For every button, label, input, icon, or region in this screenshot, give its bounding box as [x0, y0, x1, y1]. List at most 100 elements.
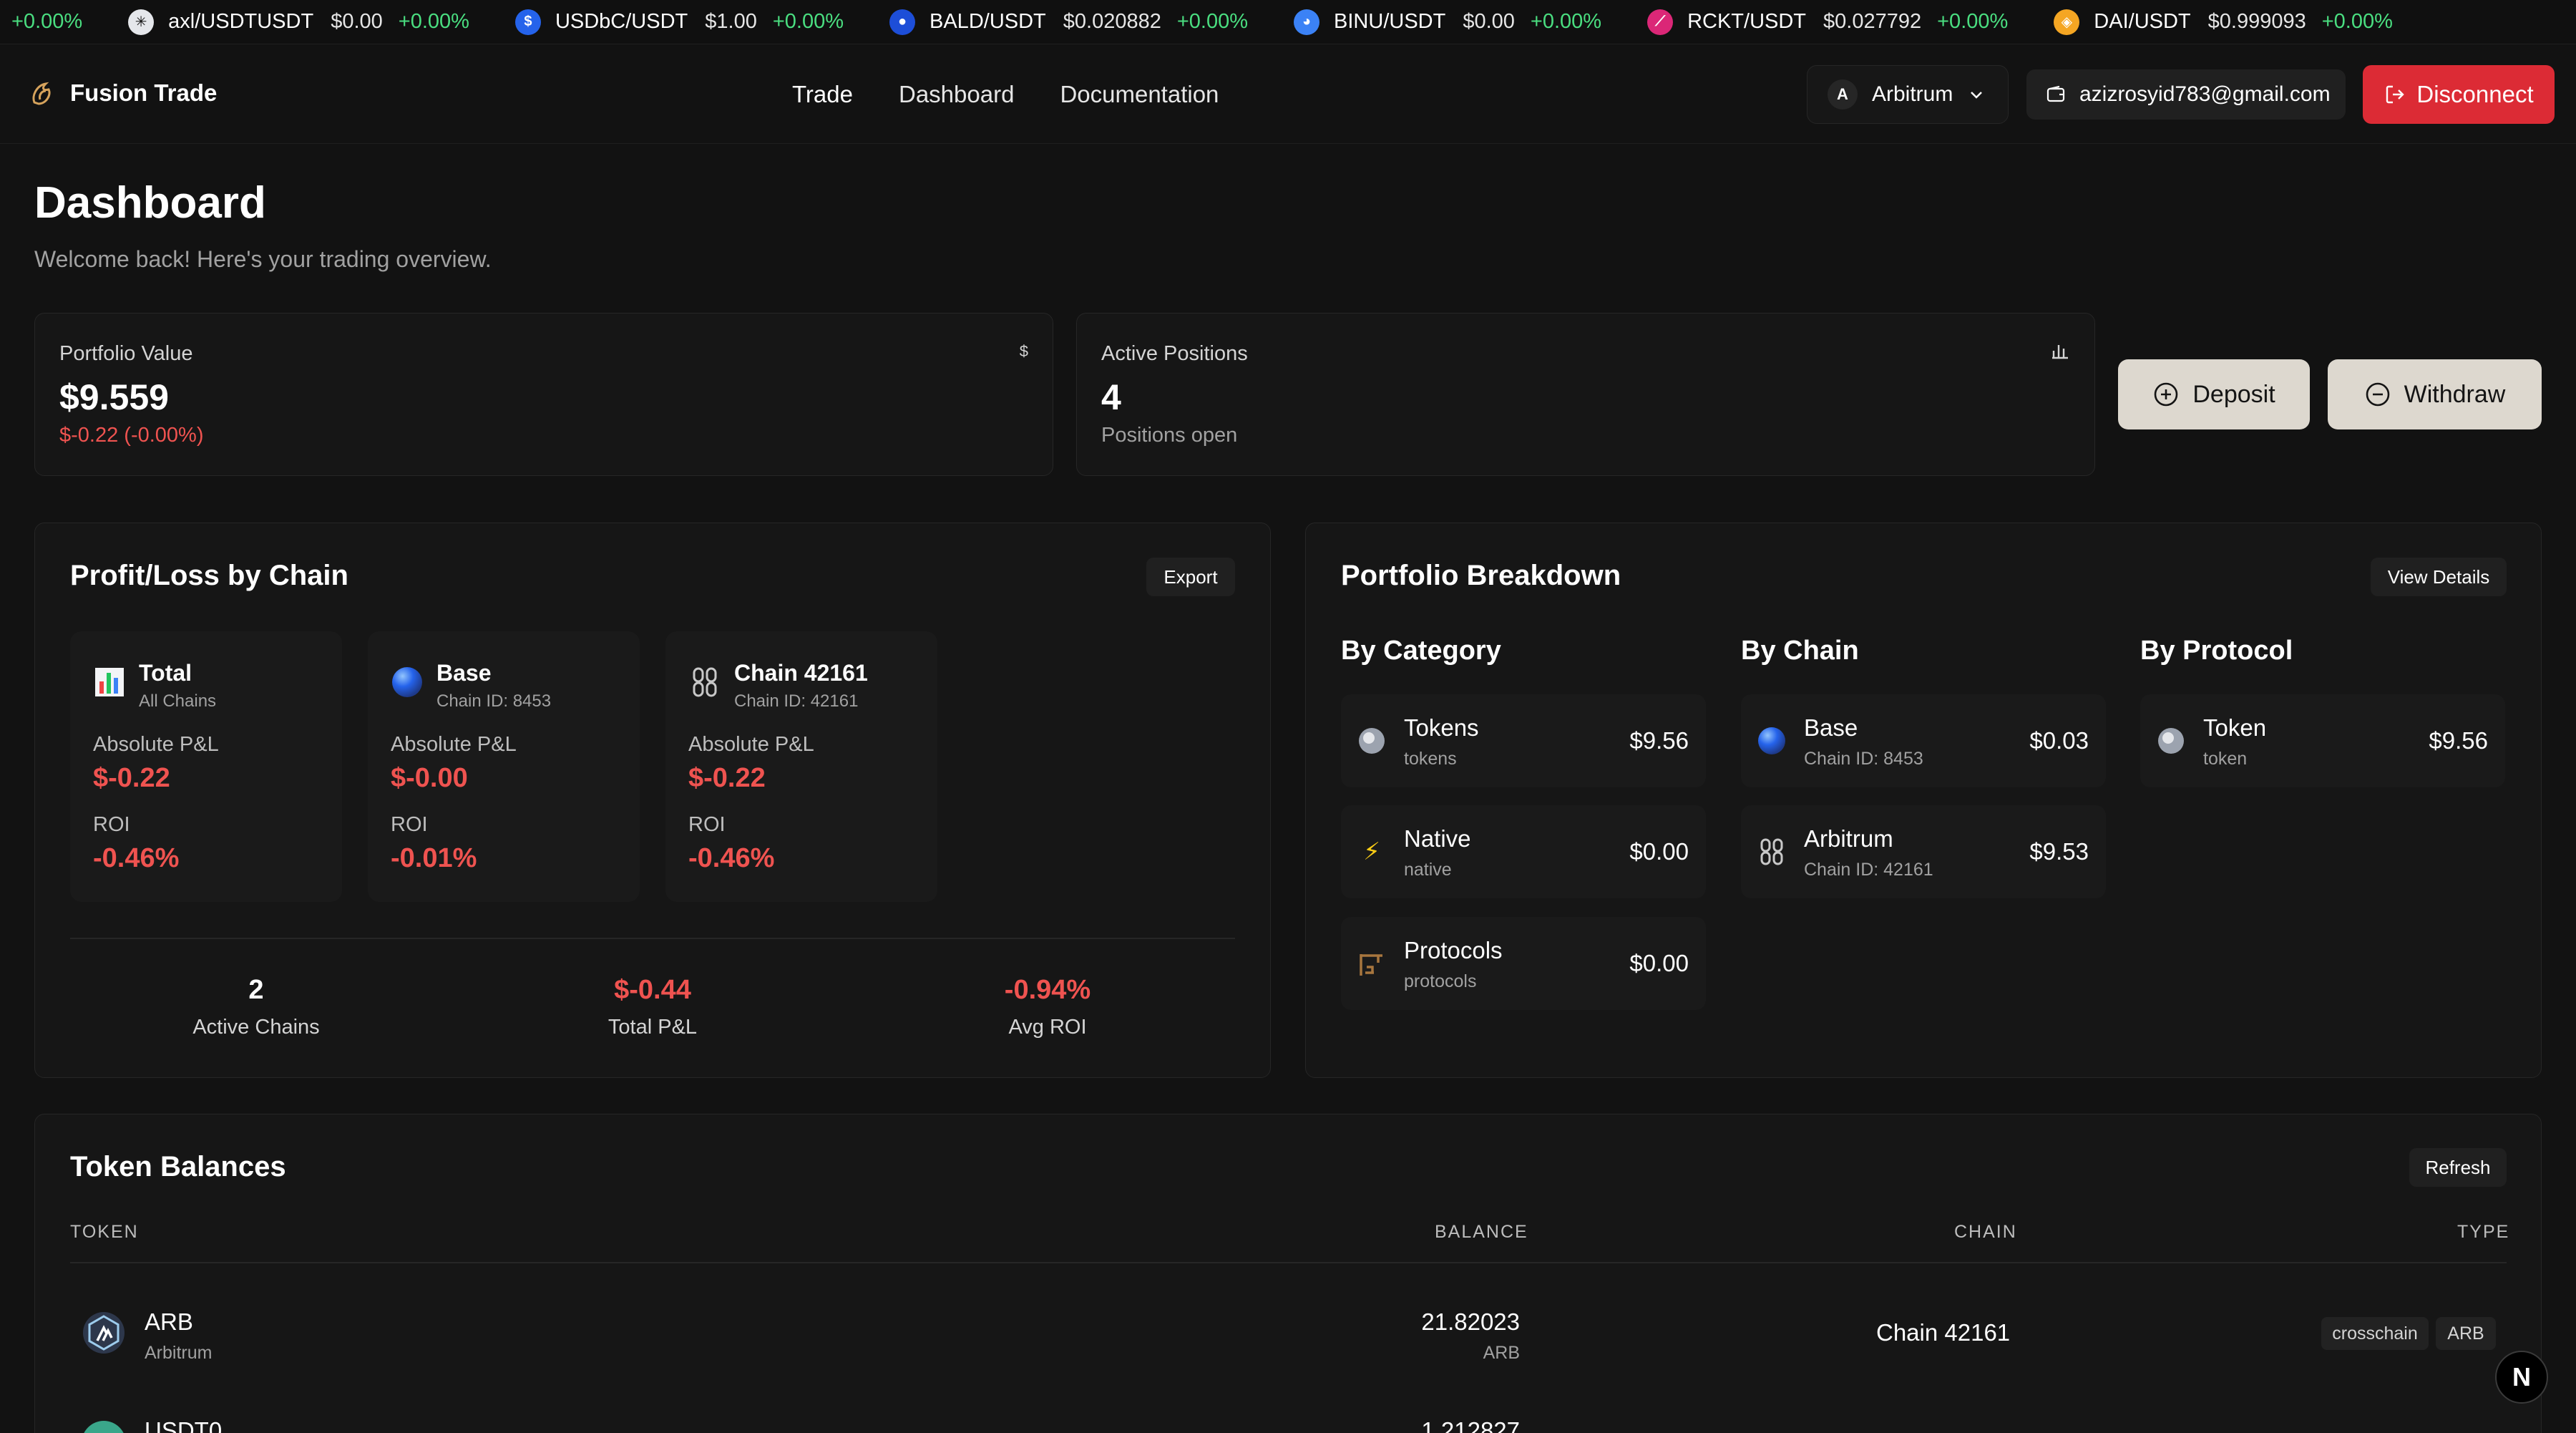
pnl-card-chain-42161[interactable]: Chain 42161 Chain ID: 42161 Absolute P&L…	[665, 631, 937, 902]
network-selector[interactable]: A Arbitrum	[1807, 65, 2009, 124]
coin-icon	[1359, 728, 1385, 754]
token-chain: Chain 42161	[1876, 1319, 2011, 1346]
withdraw-button[interactable]: Withdraw	[2328, 359, 2542, 429]
export-button[interactable]: Export	[1146, 558, 1235, 596]
abs-pnl-value: $-0.00	[391, 763, 468, 793]
network-avatar: A	[1828, 79, 1858, 110]
ticker-item[interactable]: $ USDbC/USDT $1.00 +0.00%	[514, 9, 844, 35]
col-header-chain: CHAIN	[1954, 1222, 2017, 1242]
item-sub: native	[1404, 860, 1452, 880]
item-value: $9.56	[1629, 727, 1689, 754]
breakdown-item-token[interactable]: Token token $9.56	[2140, 694, 2505, 787]
token-network: Arbitrum	[145, 1343, 213, 1363]
summary-value: $-0.44	[614, 975, 691, 1005]
token-balances-title: Token Balances	[70, 1151, 286, 1182]
breakdown-title: Portfolio Breakdown	[1341, 560, 1621, 591]
pnl-card-total[interactable]: Total All Chains Absolute P&L $-0.22 ROI…	[70, 631, 342, 902]
token-balance: 21.82023	[1421, 1308, 1520, 1335]
pnl-card-base[interactable]: Base Chain ID: 8453 Absolute P&L $-0.00 …	[368, 631, 640, 902]
summary-total-pnl: $-0.44 Total P&L	[545, 975, 760, 1039]
abs-pnl-label: Absolute P&L	[391, 733, 517, 756]
ticker-lead-change: +0.00%	[11, 10, 83, 33]
arbitrum-token-icon	[83, 1312, 125, 1354]
breakdown-item-tokens[interactable]: Tokens tokens $9.56	[1341, 694, 1706, 787]
token-symbol: USDT0	[145, 1417, 223, 1433]
ticker-change: +0.00%	[1530, 10, 1602, 33]
item-name: Protocols	[1404, 937, 1503, 963]
disconnect-button[interactable]: Disconnect	[2363, 65, 2555, 124]
breakdown-item-native[interactable]: ⚡ Native native $0.00	[1341, 805, 1706, 898]
chain-name: Chain 42161	[734, 660, 868, 686]
deposit-label: Deposit	[2192, 380, 2275, 408]
account-email-button[interactable]: azizrosyid783@gmail.com	[2026, 69, 2346, 120]
deposit-button[interactable]: Deposit	[2118, 359, 2310, 429]
roi-value: -0.46%	[688, 843, 775, 873]
type-tag: crosschain	[2321, 1317, 2429, 1350]
chain-name: Base	[436, 660, 492, 686]
token-balance-unit: ARB	[1483, 1343, 1520, 1363]
chain-sub: All Chains	[139, 691, 217, 711]
bar-chart-icon	[95, 668, 124, 696]
abs-pnl-label: Absolute P&L	[93, 733, 219, 756]
blue-sphere-icon	[392, 667, 422, 697]
breakdown-item-base[interactable]: Base Chain ID: 8453 $0.03	[1741, 694, 2106, 787]
brand[interactable]: Fusion Trade	[27, 78, 217, 108]
item-sub: tokens	[1404, 749, 1457, 769]
ticker-item[interactable]: ⟋ RCKT/USDT $0.027792 +0.00%	[1647, 9, 2008, 35]
axl-coin-icon: ✳	[128, 9, 155, 35]
ticker-item[interactable]: ✳ axl/USDTUSDT $0.00 +0.00%	[128, 9, 469, 35]
ticker-pair: RCKT/USDT	[1687, 10, 1807, 33]
nav-link-trade[interactable]: Trade	[792, 81, 853, 108]
blue-sphere-icon	[1758, 727, 1785, 754]
item-name: Native	[1404, 825, 1471, 852]
breakdown-item-arbitrum[interactable]: Arbitrum Chain ID: 42161 $9.53	[1741, 805, 2106, 898]
main-nav: Trade Dashboard Documentation	[792, 81, 1264, 108]
construction-icon	[1360, 954, 1382, 976]
page-subtitle: Welcome back! Here's your trading overvi…	[34, 246, 492, 272]
ticker-change: +0.00%	[1937, 10, 2009, 33]
disconnect-label: Disconnect	[2416, 81, 2534, 107]
summary-label: Total P&L	[608, 1016, 698, 1039]
ticker-pair: BINU/USDT	[1334, 10, 1446, 33]
item-name: Token	[2203, 714, 2267, 741]
ticker-price: $0.00	[1463, 10, 1515, 33]
binu-coin-icon: ◕	[1294, 9, 1320, 35]
roi-label: ROI	[391, 813, 428, 836]
ticker-pair: axl/USDTUSDT	[168, 10, 314, 33]
nav-link-dashboard[interactable]: Dashboard	[899, 81, 1014, 108]
ticker-item[interactable]: ◕ BINU/USDT $0.00 +0.00%	[1294, 9, 1601, 35]
ticker-item[interactable]: ◈ DAI/USDT $0.999093 +0.00%	[2054, 9, 2393, 35]
by-chain-title: By Chain	[1741, 636, 1859, 666]
chain-sub: Chain ID: 42161	[734, 691, 859, 711]
type-tag: ARB	[2436, 1317, 2496, 1350]
chain-link-icon	[693, 667, 717, 697]
token-balances-panel	[34, 1114, 2542, 1433]
token-symbol: ARB	[145, 1308, 193, 1335]
summary-avg-roi: -0.94% Avg ROI	[940, 975, 1155, 1039]
minus-circle-icon	[2366, 382, 2389, 407]
usdbc-coin-icon: $	[514, 9, 541, 35]
col-header-token: TOKEN	[70, 1222, 139, 1242]
fusion-logo-icon	[32, 82, 51, 105]
chain-name: Total	[139, 660, 192, 686]
ticker-item[interactable]: ● BALD/USDT $0.020882 +0.00%	[889, 9, 1248, 35]
ticker-change: +0.00%	[398, 10, 469, 33]
ticker-pair: DAI/USDT	[2094, 10, 2191, 33]
table-header-divider	[70, 1262, 2507, 1263]
nav-link-documentation[interactable]: Documentation	[1060, 81, 1219, 108]
portfolio-value-card: Portfolio Value $ $9.559 $-0.22 (-0.00%)	[34, 313, 1053, 476]
summary-label: Active Chains	[192, 1016, 320, 1039]
top-navbar: Fusion Trade Trade Dashboard Documentati…	[0, 45, 2576, 144]
breakdown-item-protocols[interactable]: Protocols protocols $0.00	[1341, 917, 1706, 1010]
roi-value: -0.46%	[93, 843, 180, 873]
item-value: $0.00	[1629, 950, 1689, 976]
next-dev-badge[interactable]: N	[2495, 1351, 2548, 1404]
token-balance: 1.212827	[1421, 1417, 1520, 1433]
dollar-icon: $	[1019, 342, 1028, 360]
chain-sub: Chain ID: 8453	[436, 691, 552, 711]
col-header-balance: BALANCE	[1435, 1222, 1528, 1242]
ticker-price: $1.00	[705, 10, 757, 33]
refresh-button[interactable]: Refresh	[2409, 1148, 2507, 1187]
brand-name: Fusion Trade	[70, 79, 218, 106]
view-details-button[interactable]: View Details	[2371, 558, 2507, 596]
